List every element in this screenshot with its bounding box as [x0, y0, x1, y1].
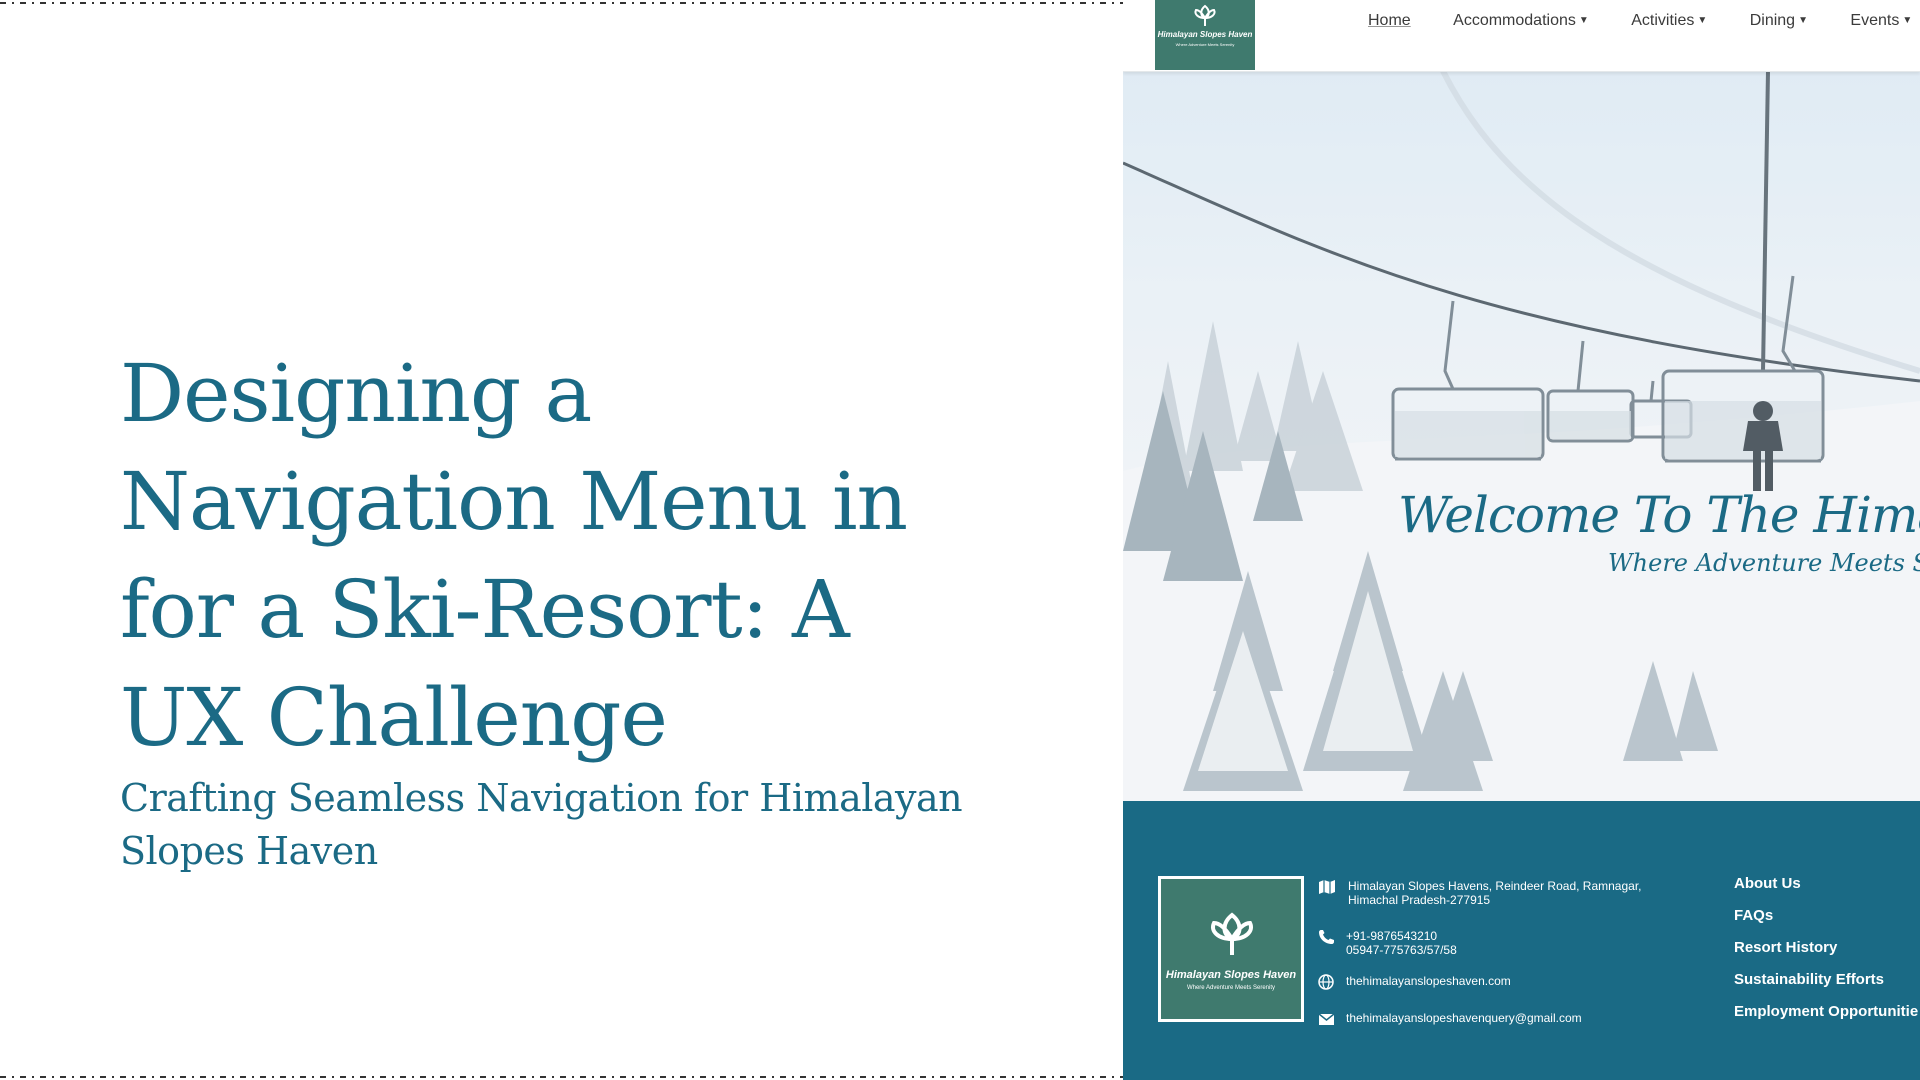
phone-number-1[interactable]: +91-9876543210: [1346, 929, 1457, 943]
lotus-logo-icon: [1190, 2, 1220, 33]
nav-home-label: Home: [1368, 12, 1411, 29]
address-line-2: Himachal Pradesh-277915: [1348, 893, 1491, 907]
mail-icon: [1318, 1011, 1336, 1027]
nav-activities[interactable]: Activities ▼: [1631, 12, 1707, 30]
map-icon: [1318, 879, 1336, 895]
slide-subtitle: Crafting Seamless Navigation for Himalay…: [120, 776, 963, 873]
globe-icon: [1318, 974, 1336, 990]
nav-home[interactable]: Home: [1368, 12, 1411, 30]
site-header: Himalayan Slopes Haven Where Adventure M…: [1123, 0, 1920, 72]
website-screenshot: Himalayan Slopes Haven Where Adventure M…: [1123, 0, 1920, 1080]
nav-accommodations[interactable]: Accommodations ▼: [1453, 12, 1589, 30]
caret-down-icon: ▼: [1902, 15, 1913, 27]
caret-down-icon: ▼: [1798, 15, 1808, 27]
footer-link-sustainability[interactable]: Sustainability Efforts: [1734, 971, 1918, 988]
footer-link-about-us[interactable]: About Us: [1734, 875, 1918, 892]
footer-logo[interactable]: Himalayan Slopes Haven Where Adventure M…: [1158, 876, 1304, 1022]
header-logo[interactable]: Himalayan Slopes Haven Where Adventure M…: [1155, 0, 1255, 70]
nav-accommodations-label: Accommodations: [1453, 12, 1576, 29]
caret-down-icon: ▼: [1578, 15, 1589, 27]
hero-welcome-text: Welcome To The Himalyan Sl: [1398, 486, 1920, 544]
site-footer: Himalayan Slopes Haven Where Adventure M…: [1123, 801, 1920, 1080]
address-line-1: Himalayan Slopes Havens, Reindeer Road, …: [1348, 879, 1642, 893]
hero-ski-lift-image: [1123, 71, 1920, 801]
header-logo-tagline: Where Adventure Meets Serenity: [1175, 42, 1235, 47]
footer-links: About Us FAQs Resort History Sustainabil…: [1734, 875, 1918, 1035]
header-logo-name: Himalayan Slopes Haven: [1157, 30, 1253, 39]
phone-number-2[interactable]: 05947-775763/57/58: [1346, 943, 1457, 957]
phone-icon: [1318, 929, 1336, 945]
lotus-logo-icon: [1202, 907, 1262, 964]
hero-tagline: Where Adventure Meets Serenity: [1608, 549, 1920, 577]
footer-logo-tagline: Where Adventure Meets Serenity: [1186, 985, 1276, 991]
nav-events[interactable]: Events ▼: [1850, 12, 1912, 30]
slide-title: Designing a Navigation Menu in for a Ski…: [120, 347, 908, 764]
footer-link-resort-history[interactable]: Resort History: [1734, 939, 1918, 956]
footer-logo-name: Himalayan Slopes Haven: [1165, 969, 1297, 981]
nav-events-label: Events: [1850, 12, 1900, 29]
footer-link-faqs[interactable]: FAQs: [1734, 907, 1918, 924]
main-navigation: Home Accommodations ▼ Activities ▼ Dining ▼…: [1368, 12, 1920, 30]
caret-down-icon: ▼: [1697, 15, 1708, 27]
email-link[interactable]: thehimalayanslopeshavenquery@gmail.com: [1346, 1011, 1582, 1025]
footer-link-employment[interactable]: Employment Opportunitie: [1734, 1003, 1918, 1020]
nav-dining-label: Dining: [1749, 12, 1796, 29]
nav-activities-label: Activities: [1631, 12, 1695, 29]
slide-text: Designing a Navigation Menu in for a Ski…: [120, 340, 990, 878]
hero-banner: Welcome To The Himalyan Sl Where Adventu…: [1123, 71, 1920, 801]
nav-dining[interactable]: Dining ▼: [1750, 12, 1808, 30]
website-link[interactable]: thehimalayanslopeshaven.com: [1346, 974, 1511, 988]
